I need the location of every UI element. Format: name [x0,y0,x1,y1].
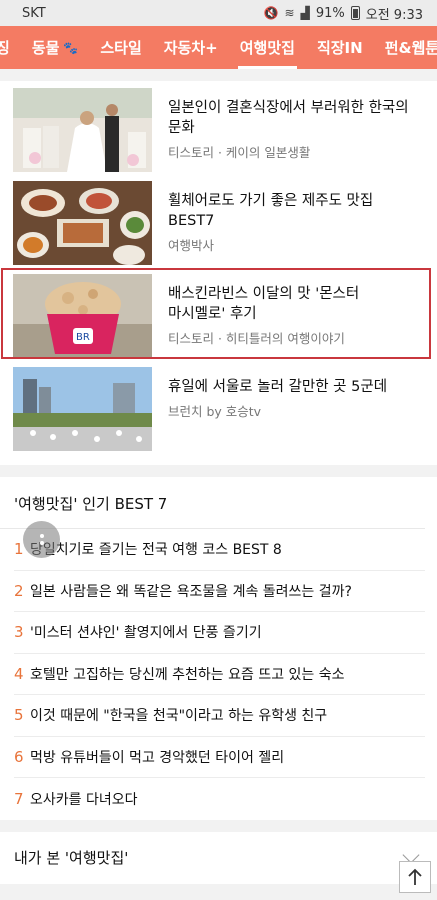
article-source: 티스토리 · 케이의 일본생활 [168,145,311,160]
article-source: 브런치 by 호승tv [168,404,262,419]
list-item[interactable]: 5 이것 때문에 "한국을 천국"이라고 하는 유학생 친구 [14,695,425,737]
tab-animals[interactable]: 동물 🐾 [21,26,90,69]
mute-icon: 🔇 [263,6,279,20]
tab-partial[interactable]: 징 [0,26,21,69]
article-source: 여행박사 [168,238,215,253]
tab-travel-food[interactable]: 여행맛집 [229,26,306,69]
article-title: 일본인이 결혼식장에서 부러워한 한국의 문화 [168,100,409,136]
dot-icon [39,541,44,545]
article-list: 일본인이 결혼식장에서 부러워한 한국의 문화 티스토리 · 케이의 일본생활 [0,81,437,465]
clock: 오전 9:33 [365,7,423,23]
dot-icon [39,534,44,538]
article-item[interactable]: 휴일에 서울로 놀러 갈만한 곳 5군데 브런치 by 호승tv [0,360,437,453]
ice-cream-thumbnail: BR [13,274,152,358]
svg-text:BR: BR [76,332,90,343]
scroll-to-top-button[interactable] [399,861,431,893]
best-list-title: '여행맛집' 인기 BEST 7 [0,477,425,529]
recently-viewed-toggle[interactable]: 내가 본 '여행맛집' [0,831,437,884]
recently-viewed-label: 내가 본 '여행맛집' [14,849,129,867]
list-item[interactable]: 7 오사카를 다녀오다 [14,778,425,820]
signal-icon: ▟ [300,6,310,20]
list-item[interactable]: 6 먹방 유튜버들이 먹고 경악했던 타이어 젤리 [14,737,425,778]
battery-icon [350,6,360,20]
article-item[interactable]: 일본인이 결혼식장에서 부러워한 한국의 문화 티스토리 · 케이의 일본생활 [0,81,437,174]
tab-style[interactable]: 스타일 [89,26,152,69]
article-title: 휠체어로도 가기 좋은 제주도 맛집 BEST7 [168,193,374,229]
tab-fun-webtoon[interactable]: 펀&웹툰 [374,26,437,69]
article-title: 휴일에 서울로 놀러 갈만한 곳 5군데 [168,379,388,395]
list-item[interactable]: 4 호텔만 고집하는 당신께 추천하는 요즘 뜨고 있는 숙소 [14,654,425,695]
paw-icon: 🐾 [63,40,79,55]
wifi-icon: ≋ [284,6,295,20]
article-item[interactable]: 휠체어로도 가기 좋은 제주도 맛집 BEST7 여행박사 [0,174,437,267]
floating-menu-button[interactable] [23,521,60,558]
carrier-label: SKT [22,5,46,21]
article-title: 배스킨라빈스 이달의 맛 '몬스터 마시멜로' 후기 [168,286,360,322]
seoul-thumbnail [13,367,152,451]
tab-cars[interactable]: 자동차+ [153,26,229,69]
category-tabs: 징 동물 🐾 스타일 자동차+ 여행맛집 직장IN 펀&웹툰 [0,26,437,69]
best-list: '여행맛집' 인기 BEST 7 1 당일치기로 즐기는 전국 여행 코스 BES… [0,477,437,820]
status-icons: 🔇 ≋ ▟ 91% 오전 9:33 [264,4,423,23]
article-item-selected[interactable]: BR 배스킨라빈스 이달의 맛 '몬스터 마시멜로' 후기 티스토리 · 히티틀… [0,267,432,360]
list-item[interactable]: 1 당일치기로 즐기는 전국 여행 코스 BEST 8 [14,529,425,571]
list-item[interactable]: 2 일본 사람들은 왜 똑같은 욕조물을 계속 돌려쓰는 걸까? [14,571,425,612]
status-bar: SKT 🔇 ≋ ▟ 91% 오전 9:33 [0,0,437,26]
arrow-up-icon [408,868,422,885]
food-thumbnail [13,181,152,265]
battery-percent: 91% [315,5,345,21]
list-item[interactable]: 3 '미스터 션샤인' 촬영지에서 단풍 즐기기 [14,612,425,654]
tab-work[interactable]: 직장IN [306,26,374,69]
wedding-thumbnail [13,88,152,172]
article-source: 티스토리 · 히티틀러의 여행이야기 [168,331,345,346]
